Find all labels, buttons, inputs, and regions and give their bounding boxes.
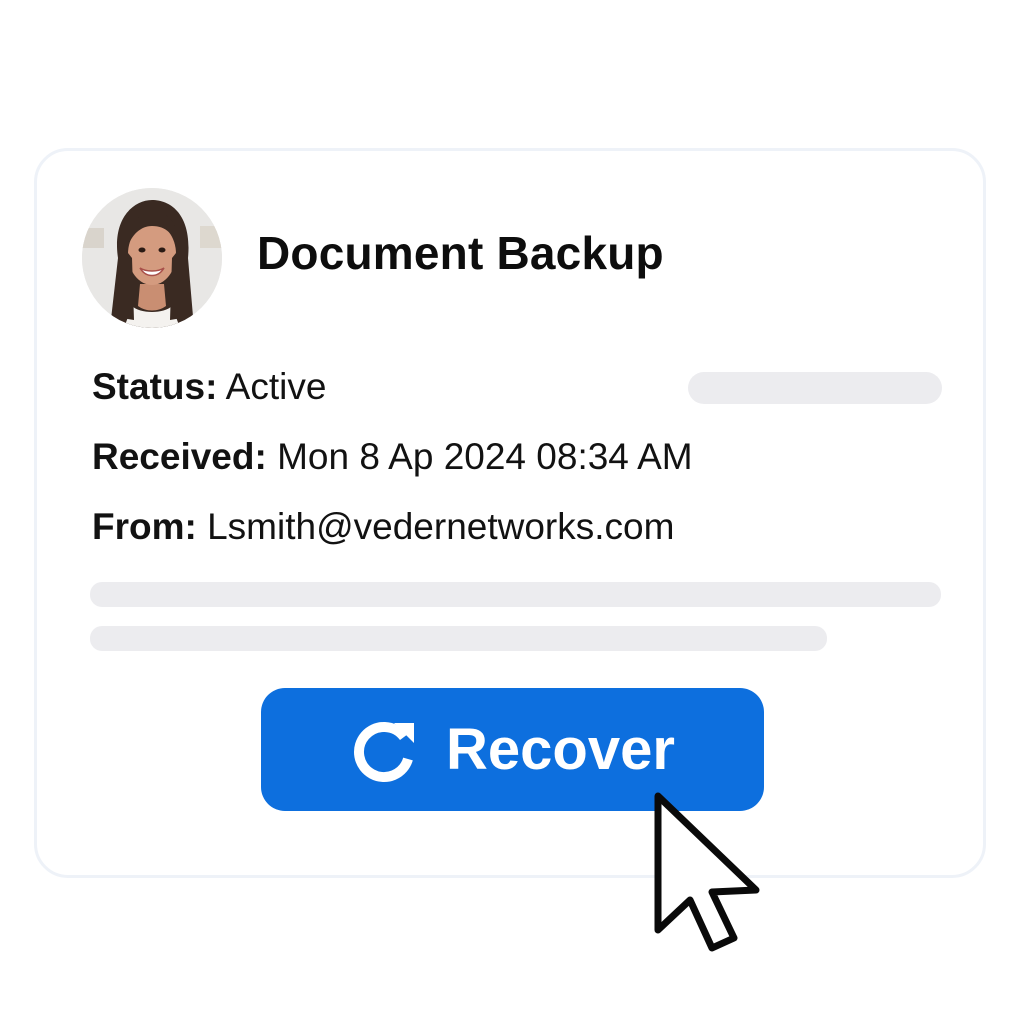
from-value: Lsmith@vedernetworks.com — [207, 506, 675, 547]
avatar — [82, 188, 222, 328]
from-label: From: — [92, 506, 197, 547]
received-value: Mon 8 Ap 2024 08:34 AM — [277, 436, 693, 477]
user-avatar-photo — [82, 188, 222, 328]
card-title: Document Backup — [257, 227, 664, 279]
status-placeholder-bar — [688, 372, 942, 404]
recover-label: Recover — [446, 717, 675, 782]
mouse-cursor-icon — [654, 792, 760, 952]
from-row: From: Lsmith@vedernetworks.com — [92, 506, 674, 548]
screen: Document Backup Status: Active Received:… — [0, 0, 1024, 1024]
placeholder-line — [90, 626, 827, 651]
status-label: Status: — [92, 366, 218, 407]
status-row: Status: Active — [92, 366, 326, 408]
placeholder-line — [90, 582, 941, 607]
received-row: Received: Mon 8 Ap 2024 08:34 AM — [92, 436, 693, 478]
status-value: Active — [225, 366, 327, 407]
received-label: Received: — [92, 436, 267, 477]
refresh-icon — [354, 721, 415, 782]
